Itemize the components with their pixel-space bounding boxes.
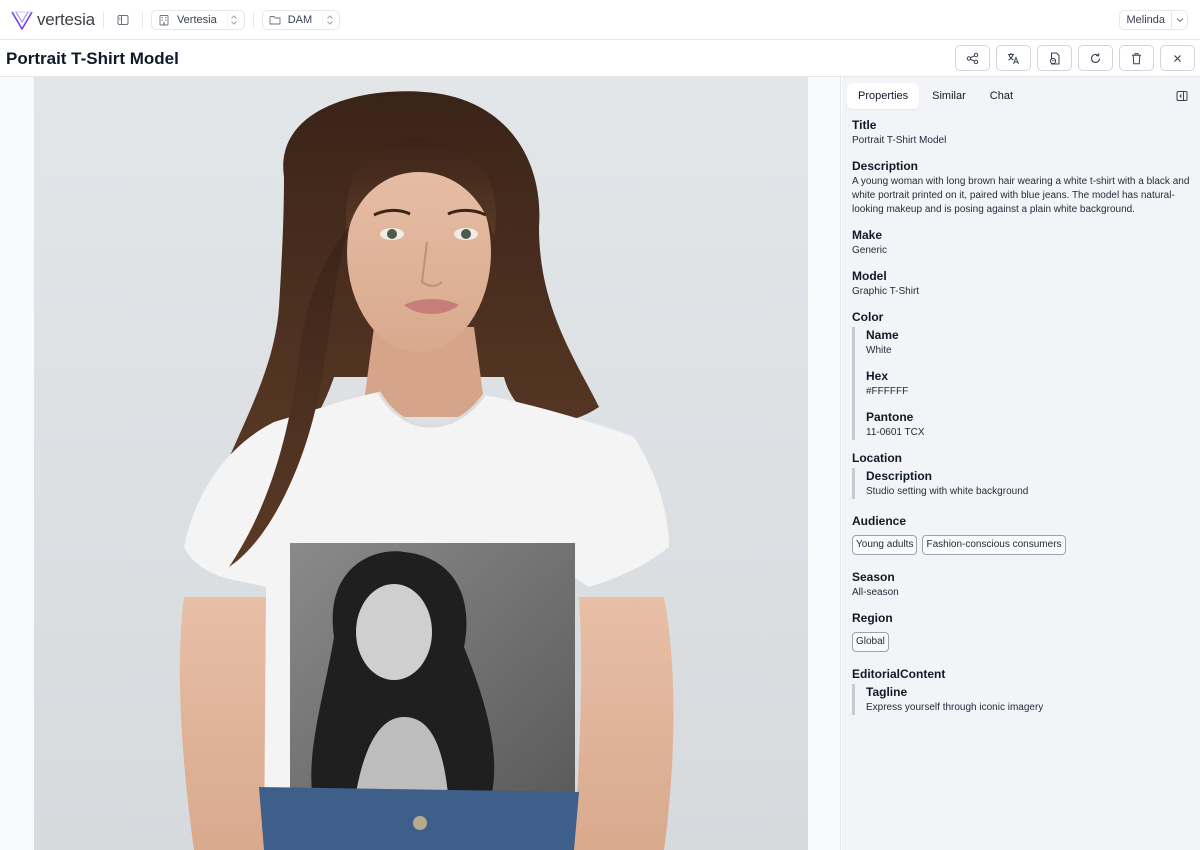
file-refresh-icon (1049, 52, 1060, 64)
property-label: Make (852, 228, 883, 242)
action-toolbar (955, 45, 1195, 71)
user-menu[interactable]: Melinda (1119, 10, 1188, 30)
property-label: Season (852, 570, 895, 584)
tag-list: Global (852, 632, 1192, 652)
panel-tabs: Properties Similar Chat (847, 83, 1024, 109)
property-model: Model Graphic T-Shirt (852, 268, 1192, 299)
property-label: Model (852, 269, 887, 283)
project-selector[interactable]: DAM (261, 9, 341, 30)
property-value: Studio setting with white background (866, 486, 1029, 497)
top-bar: vertesia Vertesia DAM Melinda (0, 0, 1200, 40)
convert-file-button[interactable] (1037, 45, 1072, 71)
translate-icon (1008, 52, 1019, 64)
delete-button[interactable] (1119, 45, 1154, 71)
property-location-description: Description Studio setting with white ba… (866, 468, 1192, 499)
tab-chat[interactable]: Chat (979, 83, 1024, 109)
page-header: Portrait T-Shirt Model (0, 40, 1200, 77)
workspace-name: Vertesia (176, 13, 217, 26)
property-value: Express yourself through iconic imagery (866, 702, 1044, 713)
asset-image[interactable] (34, 77, 808, 850)
property-label: EditorialContent (852, 667, 946, 681)
property-season: Season All-season (852, 569, 1192, 600)
building-icon (159, 14, 169, 25)
share-icon (966, 52, 979, 64)
share-button[interactable] (955, 45, 990, 71)
property-label: Description (866, 469, 933, 483)
property-label: Hex (866, 369, 889, 383)
chevron-down-icon (1171, 11, 1187, 29)
property-label: Tagline (866, 685, 908, 699)
properties-panel: Properties Similar Chat Title Portrait T… (842, 77, 1200, 850)
nested-properties: Tagline Express yourself through iconic … (852, 684, 1192, 715)
property-label: Pantone (866, 410, 914, 424)
property-make: Make Generic (852, 227, 1192, 258)
tag[interactable]: Young adults (852, 535, 918, 555)
workspace-selector[interactable]: Vertesia (150, 9, 245, 30)
sidebar-icon (117, 14, 129, 25)
close-button[interactable] (1160, 45, 1195, 71)
property-value: A young woman with long brown hair weari… (852, 176, 1190, 215)
close-icon (1174, 54, 1181, 62)
property-label: Location (852, 451, 902, 465)
nested-properties: Name White Hex #FFFFFF Pantone 11-0601 T… (852, 327, 1192, 440)
property-description: Description A young woman with long brow… (852, 158, 1192, 217)
property-color: Color Name White Hex #FFFFFF Pantone 11-… (852, 309, 1192, 440)
divider (252, 11, 254, 28)
folder-icon (269, 15, 281, 24)
trash-icon (1132, 52, 1141, 64)
tag[interactable]: Fashion-conscious consumers (922, 535, 1066, 555)
tag[interactable]: Global (852, 632, 889, 652)
property-color-name: Name White (866, 327, 1192, 358)
portrait-photo (179, 91, 674, 850)
vertesia-logo-icon (11, 11, 33, 30)
project-name: DAM (287, 13, 313, 26)
chevron-up-down-icon (322, 12, 336, 27)
property-label: Description (852, 159, 919, 173)
property-value: All-season (852, 587, 899, 598)
sidebar-toggle-button[interactable] (112, 9, 134, 31)
divider (102, 11, 104, 28)
property-title: Title Portrait T-Shirt Model (852, 117, 1192, 148)
property-color-pantone: Pantone 11-0601 TCX (866, 409, 1192, 440)
property-label: Name (866, 328, 899, 342)
logo[interactable]: vertesia (10, 0, 95, 40)
tag-list: Young adults Fashion-conscious consumers (852, 535, 1192, 555)
nested-properties: Description Studio setting with white ba… (852, 468, 1192, 499)
refresh-icon (1090, 52, 1101, 63)
panel-right-icon (1176, 91, 1188, 101)
property-value: #FFFFFF (866, 386, 909, 397)
page-title: Portrait T-Shirt Model (6, 49, 179, 68)
user-name: Melinda (1126, 14, 1165, 26)
property-label: Region (852, 611, 893, 625)
tab-similar[interactable]: Similar (921, 83, 977, 109)
refresh-button[interactable] (1078, 45, 1113, 71)
divider (141, 11, 143, 28)
collapse-panel-button[interactable] (1176, 89, 1190, 103)
property-value: White (866, 345, 892, 356)
property-location: Location Description Studio setting with… (852, 450, 1192, 499)
chevron-up-down-icon (226, 12, 241, 27)
property-value: Generic (852, 245, 888, 256)
property-label: Title (852, 118, 877, 132)
property-color-hex: Hex #FFFFFF (866, 368, 1192, 399)
property-audience: Audience Young adults Fashion-conscious … (852, 513, 1192, 555)
property-value: 11-0601 TCX (866, 427, 925, 438)
property-value: Graphic T-Shirt (852, 286, 920, 297)
logo-text: vertesia (37, 9, 95, 29)
properties-list: Title Portrait T-Shirt Model Description… (852, 117, 1192, 725)
property-editorial-content: EditorialContent Tagline Express yoursel… (852, 666, 1192, 715)
property-label: Audience (852, 514, 907, 528)
property-region: Region Global (852, 610, 1192, 652)
property-label: Color (852, 310, 884, 324)
tab-properties[interactable]: Properties (847, 83, 920, 109)
translate-button[interactable] (996, 45, 1031, 71)
image-viewer (0, 77, 841, 850)
property-tagline: Tagline Express yourself through iconic … (866, 684, 1192, 715)
property-value: Portrait T-Shirt Model (852, 135, 947, 146)
